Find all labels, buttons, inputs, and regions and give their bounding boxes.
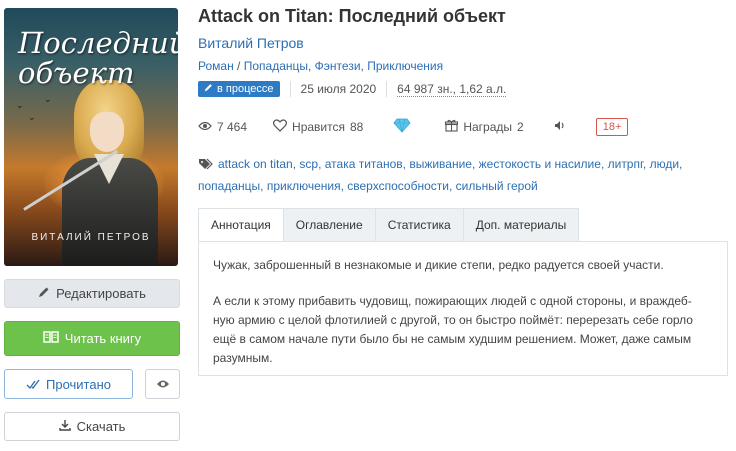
download-label: Скачать: [76, 419, 126, 434]
views-stat: 7 464: [198, 120, 247, 134]
awards-count: 2: [517, 120, 524, 134]
annotation-paragraph: Чужак, заброшенный в незнакомые и дикие …: [213, 258, 664, 272]
book-stats: 7 464 Нравится 88 Награды 2 18+: [198, 116, 629, 138]
divider: [386, 81, 388, 97]
mark-read-label: Прочитано: [46, 376, 111, 392]
download-icon: [58, 419, 71, 434]
diamond-button[interactable]: [393, 118, 411, 136]
tag-link[interactable]: attack on titan: [218, 157, 293, 171]
book-icon: [43, 331, 59, 346]
mark-read-button[interactable]: Прочитано: [4, 369, 133, 399]
genres-breadcrumb: Роман / Попаданцы, Фэнтези, Приключения: [198, 59, 444, 73]
book-size: 64 987 зн., 1,62 а.л.: [397, 81, 507, 97]
tag-link[interactable]: атака титанов: [325, 157, 403, 171]
views-eye-icon: [198, 120, 212, 134]
genre-link[interactable]: Попаданцы: [244, 59, 308, 73]
eye-icon: [156, 377, 170, 392]
divider: [289, 81, 291, 97]
likes-count: 88: [349, 120, 364, 134]
tag-link[interactable]: литрпг: [608, 157, 643, 171]
read-book-label: Читать книгу: [64, 331, 142, 346]
genre-link[interactable]: Приключения: [367, 59, 443, 73]
awards-stat[interactable]: Награды 2: [445, 119, 524, 135]
diamond-icon: [393, 118, 411, 136]
tab-statistics[interactable]: Статистика: [375, 208, 464, 242]
heart-icon: [273, 119, 288, 135]
tag-link[interactable]: люди: [650, 157, 679, 171]
cover-author: ВИТАЛИЙ ПЕТРОВ: [31, 232, 151, 243]
genre-link[interactable]: Фэнтези: [315, 59, 361, 73]
book-meta: в процессе 25 июля 2020 64 987 зн., 1,62…: [198, 80, 507, 98]
status-badge: в процессе: [198, 81, 280, 97]
tag-link[interactable]: выживание: [409, 157, 472, 171]
audio-button[interactable]: [554, 120, 566, 134]
tab-extra-materials[interactable]: Доп. материалы: [463, 208, 580, 242]
bird-icon: ⌄: [44, 94, 52, 104]
bird-icon: ⌄: [16, 100, 24, 110]
download-button[interactable]: Скачать: [4, 412, 180, 441]
views-count: 7 464: [217, 120, 248, 134]
like-button[interactable]: Нравится 88: [273, 119, 363, 135]
annotation-panel: Чужак, заброшенный в незнакомые и дикие …: [198, 241, 728, 376]
likes-label: Нравится: [292, 120, 345, 134]
read-book-button[interactable]: Читать книгу: [4, 321, 180, 356]
annotation-paragraph: А если к этому прибавить чудовищ, пожира…: [213, 294, 693, 365]
publish-date: 25 июля 2020: [300, 82, 377, 96]
check-icon: [26, 377, 40, 392]
gift-icon: [445, 119, 459, 135]
bird-icon: ⌄: [28, 112, 36, 122]
tag-link[interactable]: приключения: [267, 179, 341, 193]
speaker-icon: [554, 120, 566, 134]
tag-link[interactable]: сверхспособности: [347, 179, 449, 193]
author-link[interactable]: Виталий Петров: [198, 35, 304, 51]
edit-button[interactable]: Редактировать: [4, 279, 180, 308]
book-tabs: Аннотация Оглавление Статистика Доп. мат…: [198, 208, 580, 242]
tag-link[interactable]: попаданцы: [198, 179, 260, 193]
pencil-icon: [204, 83, 213, 95]
cover-title: Последний объект: [18, 26, 178, 90]
tag-link[interactable]: scp: [299, 157, 318, 171]
cover-figure-face: [90, 112, 124, 152]
pencil-icon: [38, 286, 50, 301]
edit-button-label: Редактировать: [56, 286, 146, 301]
tag-icon: [198, 156, 214, 176]
book-title: Attack on Titan: Последний объект: [198, 6, 506, 26]
tab-contents[interactable]: Оглавление: [283, 208, 376, 242]
tag-link[interactable]: сильный герой: [456, 179, 538, 193]
genre-link[interactable]: Роман: [198, 59, 234, 73]
status-label: в процессе: [217, 83, 274, 95]
tag-link[interactable]: жестокость и насилие: [479, 157, 601, 171]
age-rating-badge: 18+: [595, 118, 629, 136]
tags-list: attack on titan, scp, атака титанов, выж…: [198, 156, 683, 193]
watch-button[interactable]: [145, 369, 180, 399]
awards-label: Награды: [463, 120, 513, 134]
tab-annotation[interactable]: Аннотация: [198, 208, 284, 242]
book-cover[interactable]: ⌄ ⌄ ⌄ Последний объект ВИТАЛИЙ ПЕТРОВ: [4, 8, 178, 266]
